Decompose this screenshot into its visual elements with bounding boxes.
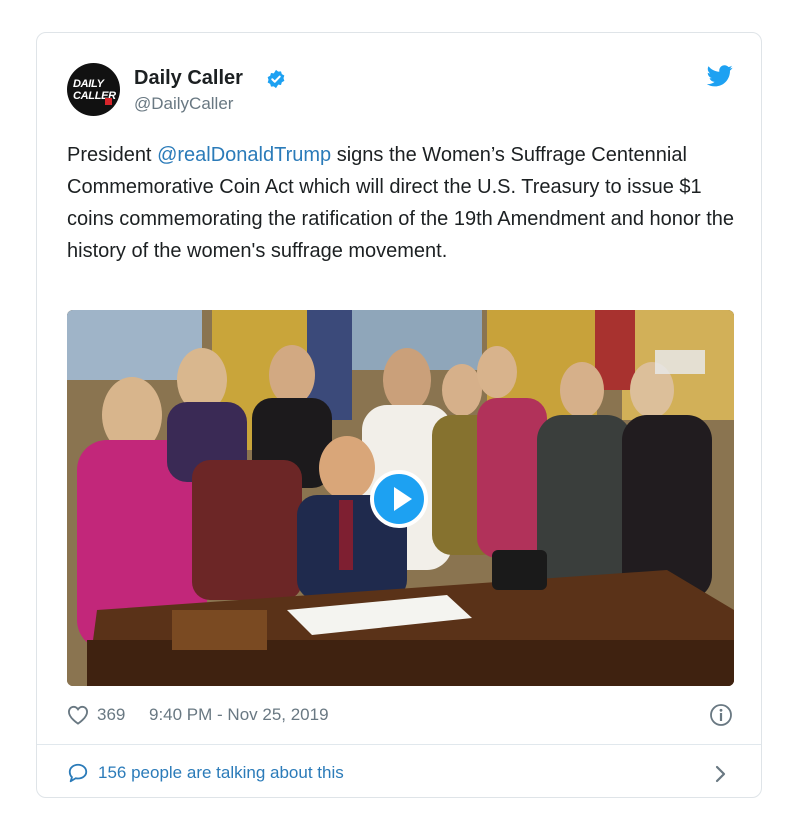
timestamp[interactable]: 9:40 PM - Nov 25, 2019 [149,705,329,725]
video-thumbnail[interactable] [67,310,734,686]
play-button[interactable] [370,470,428,528]
mention-link[interactable]: @realDonaldTrump [157,144,331,166]
tweet-card[interactable]: DAILY CALLER Daily Caller @DailyCaller P… [36,32,762,798]
heart-icon[interactable] [67,705,89,725]
verified-badge-icon [267,69,285,89]
avatar-accent [105,98,112,105]
speech-bubble-icon[interactable] [67,762,89,784]
twitter-bird-icon[interactable] [707,65,733,87]
tweet-text-before: President [67,144,158,166]
play-icon [394,487,412,511]
conversation-link[interactable]: 156 people are talking about this [98,763,344,783]
author-name[interactable]: Daily Caller [134,67,243,90]
author-handle[interactable]: @DailyCaller [134,94,233,114]
divider [37,744,761,745]
tweet-meta: 369 9:40 PM - Nov 25, 2019 [67,703,733,727]
like-count[interactable]: 369 [97,705,125,725]
tweet-text: President @realDonaldTrump signs the Wom… [67,139,737,267]
chevron-right-icon[interactable] [714,764,728,784]
avatar[interactable]: DAILY CALLER [67,63,120,116]
avatar-text-line1: DAILY [73,78,104,90]
info-icon[interactable] [709,703,733,727]
